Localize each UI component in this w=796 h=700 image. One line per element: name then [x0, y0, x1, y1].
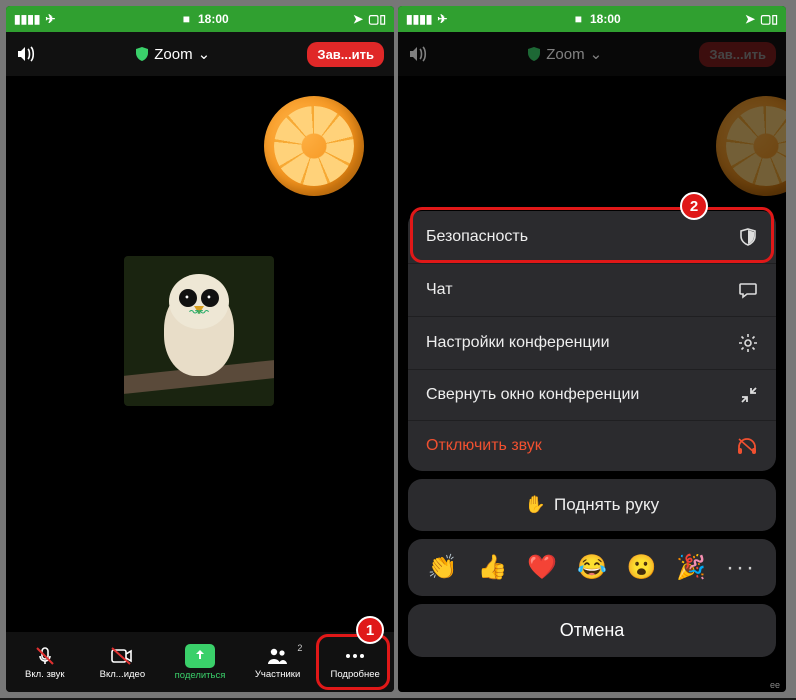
- menu-disconnect-label: Отключить звук: [426, 437, 542, 455]
- battery-icon: ▢▯: [760, 12, 778, 26]
- meeting-title[interactable]: Zoom ⌄: [527, 45, 602, 63]
- reaction-wow[interactable]: 😮: [627, 553, 657, 582]
- menu-panel: Безопасность Чат Настройки конференции С…: [408, 211, 776, 471]
- chevron-down-icon: ⌄: [590, 45, 603, 63]
- menu-settings[interactable]: Настройки конференции: [408, 317, 776, 370]
- menu-chat-label: Чат: [426, 281, 453, 299]
- location-icon: ➤: [745, 12, 755, 26]
- step-marker-1: 1: [356, 616, 384, 644]
- reaction-more[interactable]: ···: [726, 554, 756, 582]
- reactions-panel: 👏 👍 ❤️ 😂 😮 🎉 ···: [408, 539, 776, 596]
- gear-icon: [738, 333, 758, 353]
- microphone-muted-icon: [32, 645, 58, 667]
- location-icon: ➤: [353, 12, 363, 26]
- reaction-joy[interactable]: 😂: [577, 553, 607, 582]
- participants-icon: [265, 645, 291, 667]
- phone-right: ▮▮▮▮ ✈ ■ 18:00 ➤ ▢▯ Zoom ⌄ Зав...ить Без…: [398, 6, 786, 692]
- status-bar: ▮▮▮▮ ✈ ■ 18:00 ➤ ▢▯: [398, 6, 786, 32]
- reaction-heart[interactable]: ❤️: [527, 553, 557, 582]
- action-sheet: Безопасность Чат Настройки конференции С…: [408, 211, 776, 657]
- cancel-button[interactable]: Отмена: [408, 604, 776, 657]
- raise-hand-panel: ✋ Поднять руку: [408, 479, 776, 531]
- shield-icon: [527, 47, 541, 61]
- zoom-header: Zoom ⌄ Зав...ить: [398, 32, 786, 76]
- headphones-off-icon: [736, 437, 758, 455]
- more-label: Подробнее: [331, 669, 380, 680]
- menu-minimize[interactable]: Свернуть окно конференции: [408, 370, 776, 421]
- menu-chat[interactable]: Чат: [408, 264, 776, 317]
- shield-outline-icon: [738, 227, 758, 247]
- share-label: поделиться: [175, 670, 226, 681]
- participants-label: Участники: [255, 669, 300, 680]
- shield-icon: [135, 47, 149, 61]
- title-text: Zoom: [154, 46, 192, 63]
- more-button[interactable]: Подробнее: [316, 645, 394, 680]
- raise-hand-label: Поднять руку: [554, 495, 659, 515]
- title-text: Zoom: [546, 46, 584, 63]
- minimize-icon: [740, 386, 758, 404]
- reaction-clap[interactable]: 👏: [428, 553, 458, 582]
- phone-left: ▮▮▮▮ ✈ ■ 18:00 ➤ ▢▯ Zoom ⌄ Зав...ить: [6, 6, 394, 692]
- airplane-icon: ✈: [45, 12, 55, 26]
- speaker-icon[interactable]: [408, 45, 430, 63]
- menu-settings-label: Настройки конференции: [426, 334, 610, 352]
- hand-icon: ✋: [525, 495, 546, 515]
- chevron-down-icon: ⌄: [198, 45, 211, 63]
- toolbar-peek: ее: [770, 680, 780, 690]
- menu-minimize-label: Свернуть окно конференции: [426, 386, 639, 404]
- end-meeting-button[interactable]: Зав...ить: [699, 42, 776, 67]
- participant-avatar-owl: ↝↜: [124, 256, 274, 406]
- video-off-icon: [109, 645, 135, 667]
- signal-icon: ▮▮▮▮: [406, 12, 432, 26]
- participants-count: 2: [297, 643, 302, 653]
- raise-hand-button[interactable]: ✋ Поднять руку: [408, 479, 776, 531]
- airplane-icon: ✈: [437, 12, 447, 26]
- reaction-thumbs-up[interactable]: 👍: [478, 553, 508, 582]
- participant-avatar-orange: [264, 96, 364, 196]
- signal-icon: ▮▮▮▮: [14, 12, 40, 26]
- participants-button[interactable]: 2 Участники: [239, 645, 317, 680]
- step-marker-2: 2: [680, 192, 708, 220]
- menu-security[interactable]: Безопасность: [408, 211, 776, 264]
- chat-icon: [738, 280, 758, 300]
- menu-disconnect-audio[interactable]: Отключить звук: [408, 421, 776, 471]
- reaction-tada[interactable]: 🎉: [676, 553, 706, 582]
- share-icon: [185, 644, 215, 668]
- unmute-button[interactable]: Вкл. звук: [6, 645, 84, 680]
- bottom-toolbar: Вкл. звук Вкл...идео поделиться 2 Участн…: [6, 632, 394, 692]
- video-label: Вкл...идео: [100, 669, 145, 680]
- start-video-button[interactable]: Вкл...идео: [84, 645, 162, 680]
- recording-icon: ■: [575, 12, 582, 26]
- video-area: ↝↜: [6, 76, 394, 632]
- menu-security-label: Безопасность: [426, 228, 528, 246]
- battery-icon: ▢▯: [368, 12, 386, 26]
- status-time: 18:00: [198, 12, 229, 26]
- recording-icon: ■: [183, 12, 190, 26]
- speaker-icon[interactable]: [16, 45, 38, 63]
- end-meeting-button[interactable]: Зав...ить: [307, 42, 384, 67]
- status-bar: ▮▮▮▮ ✈ ■ 18:00 ➤ ▢▯: [6, 6, 394, 32]
- zoom-header: Zoom ⌄ Зав...ить: [6, 32, 394, 76]
- more-icon: [342, 645, 368, 667]
- share-button[interactable]: поделиться: [161, 644, 239, 681]
- meeting-title[interactable]: Zoom ⌄: [135, 45, 210, 63]
- reactions-row: 👏 👍 ❤️ 😂 😮 🎉 ···: [408, 539, 776, 596]
- status-time: 18:00: [590, 12, 621, 26]
- unmute-label: Вкл. звук: [25, 669, 65, 680]
